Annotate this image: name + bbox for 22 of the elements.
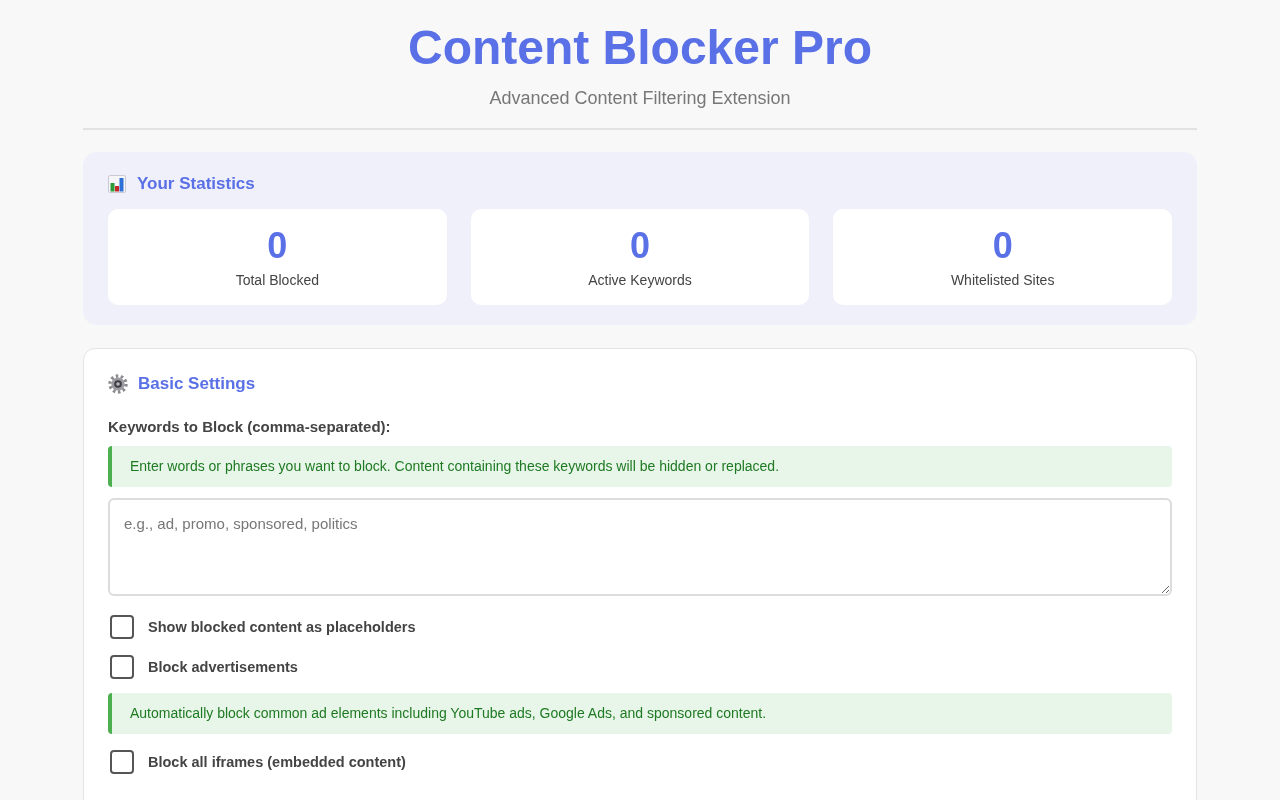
stat-value: 0	[629, 225, 650, 267]
info-note: Automatically block common ad elements including YouTube ads, Google Ads, and sponsored content.	[108, 693, 1172, 734]
stat-label: Whitelisted Sites	[950, 271, 1055, 290]
section-heading: Basic Settings	[138, 373, 256, 395]
gear-icon	[108, 374, 128, 394]
checkbox[interactable]	[110, 750, 134, 774]
bar-chart-icon	[108, 175, 126, 193]
keywords-field[interactable]: e.g., ad, promo, sponsored, politics	[108, 498, 1172, 596]
app-subtitle: Advanced Content Filtering Extension	[489, 87, 791, 110]
stat-value: 0	[267, 225, 288, 267]
info-note: Enter words or phrases you want to block. Content containing these keywords will be hidden or replaced.	[108, 446, 1172, 487]
checkbox-label[interactable]: Block advertisements	[148, 657, 298, 677]
field-label: Keywords to Block (comma-separated):	[108, 417, 392, 437]
app-title: Content Blocker Pro	[407, 20, 873, 76]
checkbox[interactable]	[110, 655, 134, 679]
stat-label: Total Blocked	[235, 271, 319, 290]
checkbox[interactable]	[110, 615, 134, 639]
section-heading: Your Statistics	[137, 173, 255, 195]
stat-value: 0	[992, 225, 1013, 267]
checkbox-label[interactable]: Show blocked content as placeholders	[148, 617, 416, 637]
checkbox-label[interactable]: Block all iframes (embedded content)	[148, 752, 406, 772]
stat-label: Active Keywords	[588, 271, 692, 290]
